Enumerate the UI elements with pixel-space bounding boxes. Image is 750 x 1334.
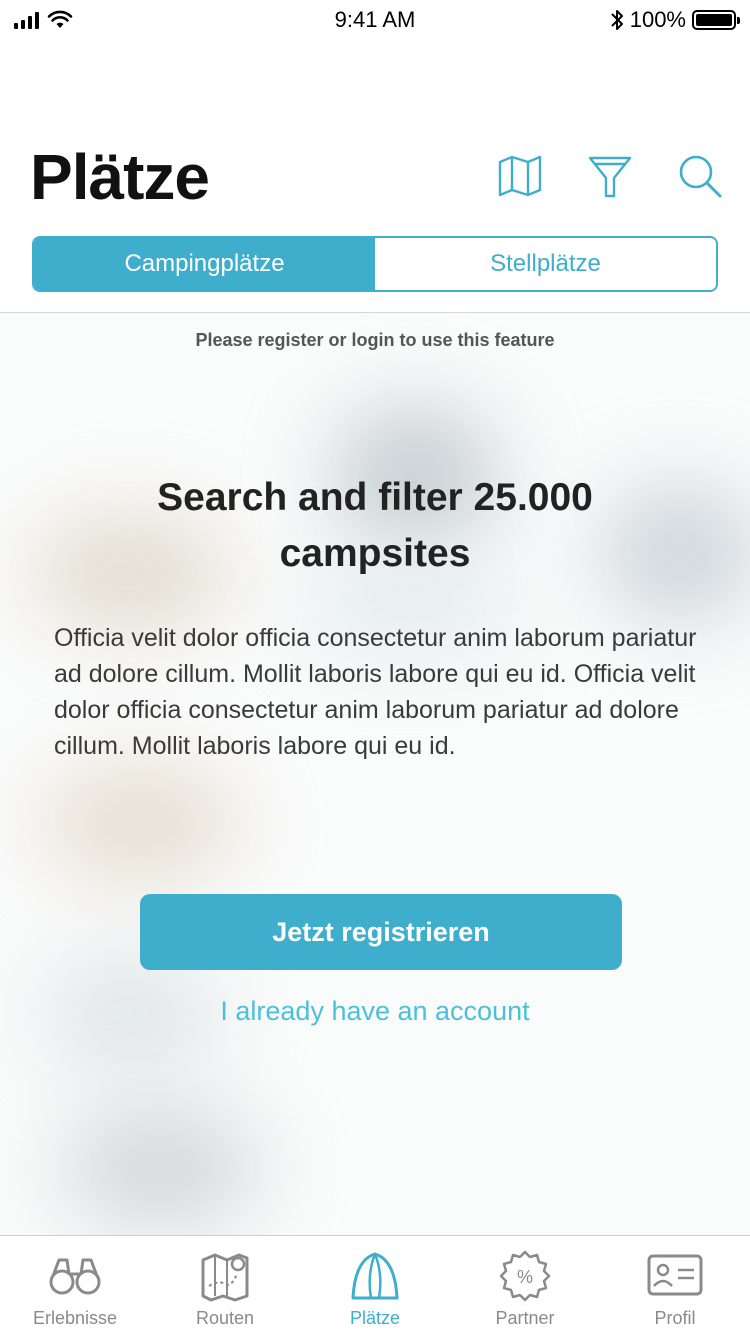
register-button[interactable]: Jetzt registrieren (140, 894, 622, 970)
tab-bar: Erlebnisse Routen Plätze % Partner Profi… (0, 1235, 750, 1334)
segment-stellplaetze[interactable]: Stellplätze (375, 238, 716, 290)
promo-title: Search and filter 25.000 campsites (157, 476, 593, 575)
tent-icon (351, 1252, 399, 1300)
segmented-control: Campingplätze Stellplätze (32, 236, 718, 292)
tab-partner[interactable]: % Partner (450, 1236, 600, 1334)
tab-erlebnisse[interactable]: Erlebnisse (0, 1236, 150, 1334)
search-icon[interactable] (676, 152, 724, 200)
header-actions (496, 152, 724, 200)
tab-label-erlebnisse: Erlebnisse (32, 1308, 118, 1328)
discount-badge-icon: % (499, 1250, 551, 1302)
bluetooth-icon (611, 10, 623, 30)
route-map-icon (201, 1253, 249, 1302)
tab-profil[interactable]: Profil (600, 1236, 750, 1334)
id-card-icon (647, 1254, 703, 1296)
page-title: Plätze (30, 141, 210, 213)
tab-routen[interactable]: Routen (150, 1236, 300, 1334)
status-left (14, 10, 73, 30)
tab-label-profil: Profil (654, 1308, 696, 1328)
tab-label-partner: Partner (495, 1308, 555, 1328)
tab-label-routen: Routen (195, 1308, 255, 1328)
binoculars-icon (49, 1258, 101, 1295)
status-bar: 9:41 AM 100% (0, 0, 750, 40)
wifi-icon (47, 10, 73, 28)
map-icon[interactable] (496, 152, 544, 200)
promo-description: Officia velit dolor officia consectetur … (54, 624, 697, 760)
tab-plaetze[interactable]: Plätze (300, 1236, 450, 1334)
register-hint: Please register or login to use this fea… (195, 330, 555, 350)
battery-percent: 100% (629, 7, 686, 32)
cellular-signal-icon (14, 11, 39, 29)
battery-level (696, 14, 732, 26)
blurred-list-background (0, 313, 750, 1235)
svg-text:%: % (517, 1267, 533, 1287)
segment-campingplaetze[interactable]: Campingplätze (34, 238, 375, 290)
tab-label-plaetze: Plätze (349, 1308, 401, 1328)
filter-icon[interactable] (586, 152, 634, 200)
battery-icon (692, 10, 740, 30)
status-right: 100% (610, 7, 740, 33)
login-link[interactable]: I already have an account (0, 996, 750, 1027)
